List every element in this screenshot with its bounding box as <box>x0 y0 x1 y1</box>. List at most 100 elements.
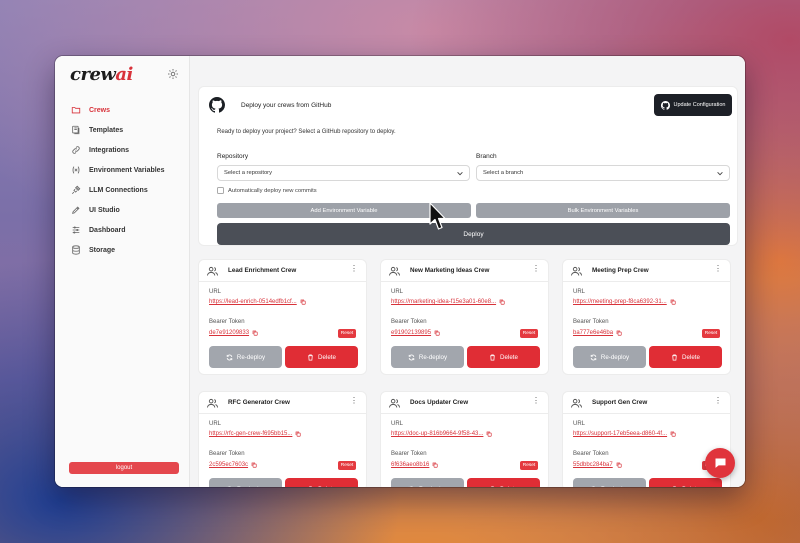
more-options-icon[interactable]: ⋮ <box>714 265 722 273</box>
logo-accent: ai <box>115 64 133 85</box>
crewai-logo[interactable]: crewai <box>70 64 133 85</box>
sidebar-item-templates[interactable]: Templates <box>63 120 183 140</box>
copy-icon[interactable] <box>486 431 492 437</box>
crew-url-link[interactable]: https://rfc-gen-crew-f695bb15... <box>209 431 301 437</box>
plug-icon <box>71 185 81 195</box>
redeploy-button[interactable]: Re-deploy <box>573 346 646 368</box>
url-label: URL <box>209 289 222 295</box>
repository-select[interactable]: Select a repository <box>217 165 470 181</box>
crew-name: Support Gen Crew <box>592 399 648 406</box>
bearer-token[interactable]: e91902139895 <box>391 330 440 336</box>
bearer-token[interactable]: 55dbbc284ba7 <box>573 462 622 468</box>
crew-url-link[interactable]: https://doc-up-816b9664-9f58-43... <box>391 431 492 437</box>
more-options-icon[interactable]: ⋮ <box>350 397 358 405</box>
gear-icon[interactable] <box>167 68 179 80</box>
url-label: URL <box>573 289 586 295</box>
bearer-token[interactable]: ba777e6e46ba <box>573 330 622 336</box>
bulk-environment-variables-button[interactable]: Bulk Environment Variables <box>476 203 730 218</box>
copy-icon[interactable] <box>432 462 438 468</box>
branch-select[interactable]: Select a branch <box>476 165 730 181</box>
logout-button[interactable]: logout <box>69 462 179 474</box>
sidebar-item-llm-connections[interactable]: LLM Connections <box>63 180 183 200</box>
crew-url-link[interactable]: https://lead-enrich-0514edfb1cf... <box>209 299 306 305</box>
app-window: crewai Crews Templates Integrations Envi… <box>55 56 745 487</box>
sidebar-nav: Crews Templates Integrations Environment… <box>63 100 183 260</box>
dashboard-icon <box>72 226 80 234</box>
deploy-button[interactable]: Deploy <box>217 223 730 245</box>
redeploy-button[interactable]: Re-deploy <box>209 346 282 368</box>
github-icon <box>209 97 225 113</box>
chevron-down-icon <box>717 171 723 176</box>
more-options-icon[interactable]: ⋮ <box>532 397 540 405</box>
redeploy-button[interactable]: Re-deploy <box>391 346 464 368</box>
sidebar-item-label: Storage <box>89 246 116 254</box>
reset-token-button[interactable]: Reset <box>520 461 538 470</box>
copy-icon[interactable] <box>616 330 622 336</box>
sidebar-item-integrations[interactable]: Integrations <box>63 140 183 160</box>
chat-support-button[interactable] <box>705 448 735 478</box>
update-configuration-button[interactable]: Update Configuration <box>654 94 732 116</box>
sidebar-item-dashboard[interactable]: Dashboard <box>63 220 183 240</box>
copy-icon[interactable] <box>252 330 258 336</box>
delete-label: Delete <box>682 353 700 361</box>
folder-icon <box>71 107 81 114</box>
redeploy-button[interactable]: Re-deploy <box>209 478 282 487</box>
copy-icon[interactable] <box>670 299 676 305</box>
users-icon <box>389 266 400 276</box>
more-options-icon[interactable]: ⋮ <box>532 265 540 273</box>
crew-card: Docs Updater Crew ⋮ URL https://doc-up-816b… <box>380 391 549 487</box>
url-label: URL <box>209 421 222 427</box>
refresh-icon <box>408 354 415 360</box>
url-label: URL <box>391 421 404 427</box>
branch-label: Branch <box>476 153 497 160</box>
sidebar-item-ui-studio[interactable]: UI Studio <box>63 200 183 220</box>
reset-token-button[interactable]: Reset <box>520 329 538 338</box>
sidebar-item-environment-variables[interactable]: Environment Variables <box>63 160 183 180</box>
copy-icon[interactable] <box>295 431 301 437</box>
delete-button[interactable]: Delete <box>649 478 722 487</box>
delete-label: Delete <box>682 486 700 488</box>
bearer-token-label: Bearer Token <box>209 451 245 457</box>
copy-icon[interactable] <box>300 299 306 305</box>
sidebar-item-crews[interactable]: Crews <box>63 100 183 120</box>
crew-url-link[interactable]: https://meeting-prep-f8ca6392-31... <box>573 299 676 305</box>
bearer-token[interactable]: de7e91209833 <box>209 330 258 336</box>
reset-token-button[interactable]: Reset <box>338 461 356 470</box>
auto-deploy-checkbox[interactable] <box>217 187 224 194</box>
crew-url-link[interactable]: https://marketing-idea-f15e3a01-60e8... <box>391 299 505 305</box>
bearer-token-value: 55dbbc284ba7 <box>573 462 613 468</box>
copy-icon[interactable] <box>499 299 505 305</box>
redeploy-button[interactable]: Re-deploy <box>391 478 464 487</box>
main-content: Deploy your crews from GitHub Update Con… <box>190 56 745 487</box>
users-icon <box>571 266 582 276</box>
more-options-icon[interactable]: ⋮ <box>350 265 358 273</box>
auto-deploy-option[interactable]: Automatically deploy new commits <box>217 187 317 194</box>
redeploy-button[interactable]: Re-deploy <box>573 478 646 487</box>
crew-name: Docs Updater Crew <box>410 399 469 406</box>
delete-button[interactable]: Delete <box>649 346 722 368</box>
redeploy-label: Re-deploy <box>237 486 265 488</box>
url-label: URL <box>391 289 404 295</box>
bearer-token-label: Bearer Token <box>573 319 609 325</box>
reset-token-button[interactable]: Reset <box>702 329 720 338</box>
copy-icon[interactable] <box>616 462 622 468</box>
copy-icon[interactable] <box>251 462 257 468</box>
copy-icon[interactable] <box>434 330 440 336</box>
delete-button[interactable]: Delete <box>285 478 358 487</box>
copy-icon[interactable] <box>670 431 676 437</box>
crew-url-link[interactable]: https://support-17eb5eea-d860-4f... <box>573 431 676 437</box>
bearer-token-value: e91902139895 <box>391 330 432 336</box>
delete-button[interactable]: Delete <box>467 478 540 487</box>
reset-token-button[interactable]: Reset <box>338 329 356 338</box>
bearer-token-label: Bearer Token <box>209 319 245 325</box>
trash-icon <box>308 485 313 487</box>
more-options-icon[interactable]: ⋮ <box>714 397 722 405</box>
sidebar-item-storage[interactable]: Storage <box>63 240 183 260</box>
crew-name: New Marketing Ideas Crew <box>410 267 490 274</box>
crew-url: https://support-17eb5eea-d860-4f... <box>573 431 668 437</box>
bearer-token-label: Bearer Token <box>391 319 427 325</box>
bearer-token[interactable]: 6f636aeo8b16 <box>391 462 438 468</box>
bearer-token[interactable]: 2c595ec7603c <box>209 462 257 468</box>
delete-button[interactable]: Delete <box>285 346 358 368</box>
delete-button[interactable]: Delete <box>467 346 540 368</box>
